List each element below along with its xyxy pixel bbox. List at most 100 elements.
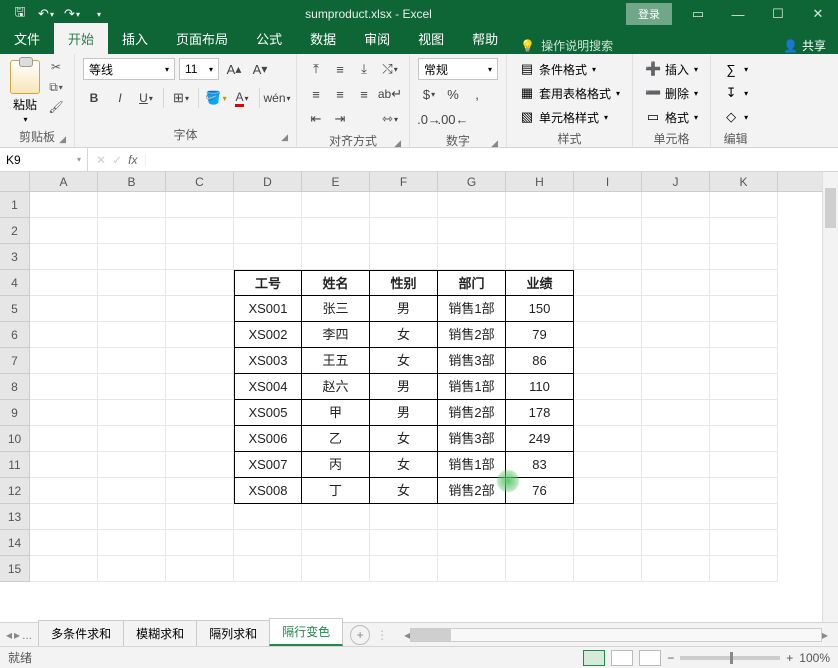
cell[interactable]: XS003: [234, 348, 302, 374]
cell[interactable]: [642, 426, 710, 452]
font-size-select[interactable]: 11▾: [179, 58, 219, 80]
sheet-tab[interactable]: 多条件求和: [38, 620, 124, 646]
cell[interactable]: [710, 374, 778, 400]
cell[interactable]: [506, 556, 574, 582]
cell[interactable]: [710, 296, 778, 322]
cell[interactable]: [574, 556, 642, 582]
format-painter-icon[interactable]: 🖌: [46, 98, 66, 116]
row-header[interactable]: 7: [0, 348, 30, 374]
cell[interactable]: [166, 478, 234, 504]
autosum-button[interactable]: ∑▾: [719, 58, 752, 80]
row-header[interactable]: 2: [0, 218, 30, 244]
view-layout-icon[interactable]: [611, 650, 633, 666]
decrease-indent-icon[interactable]: ⇤: [305, 108, 327, 130]
cell[interactable]: XS007: [234, 452, 302, 478]
cut-icon[interactable]: ✂: [46, 58, 66, 76]
cell[interactable]: 销售2部: [438, 478, 506, 504]
col-header-E[interactable]: E: [302, 172, 370, 191]
cell[interactable]: [98, 400, 166, 426]
cell[interactable]: [166, 270, 234, 296]
tab-help[interactable]: 帮助: [458, 23, 512, 54]
cell[interactable]: [438, 192, 506, 218]
cell[interactable]: [710, 244, 778, 270]
row-header[interactable]: 15: [0, 556, 30, 582]
cell[interactable]: [234, 530, 302, 556]
cell[interactable]: [166, 244, 234, 270]
cell[interactable]: 男: [370, 400, 438, 426]
tab-review[interactable]: 审阅: [350, 23, 404, 54]
zoom-out-icon[interactable]: −: [667, 651, 674, 665]
add-sheet-button[interactable]: +: [350, 625, 370, 645]
decrease-font-icon[interactable]: A▾: [249, 58, 271, 80]
fill-color-button[interactable]: 🪣▾: [205, 87, 227, 109]
cell[interactable]: [302, 504, 370, 530]
phonetic-button[interactable]: wén▾: [266, 87, 288, 109]
cell[interactable]: [98, 452, 166, 478]
cell[interactable]: [506, 192, 574, 218]
cell[interactable]: 销售1部: [438, 452, 506, 478]
sheet-nav-more[interactable]: ...: [22, 628, 32, 642]
cell[interactable]: 女: [370, 478, 438, 504]
cell[interactable]: 女: [370, 322, 438, 348]
cell[interactable]: [166, 530, 234, 556]
sheet-tab[interactable]: 隔行变色: [269, 618, 343, 646]
tab-data[interactable]: 数据: [296, 23, 350, 54]
wrap-text-icon[interactable]: ab↵: [379, 83, 401, 105]
zoom-in-icon[interactable]: +: [786, 651, 793, 665]
cell[interactable]: [642, 374, 710, 400]
maximize-icon[interactable]: ☐: [758, 0, 798, 28]
cell[interactable]: [642, 400, 710, 426]
cell[interactable]: [370, 530, 438, 556]
col-header-B[interactable]: B: [98, 172, 166, 191]
increase-indent-icon[interactable]: ⇥: [329, 108, 351, 130]
cell[interactable]: [642, 452, 710, 478]
align-bottom-icon[interactable]: ⤓: [353, 58, 375, 80]
sheet-tab[interactable]: 隔列求和: [196, 620, 270, 646]
row-header[interactable]: 9: [0, 400, 30, 426]
tab-file[interactable]: 文件: [0, 23, 54, 54]
cell[interactable]: [574, 296, 642, 322]
cell[interactable]: [574, 244, 642, 270]
cell[interactable]: XS004: [234, 374, 302, 400]
cell[interactable]: [438, 244, 506, 270]
tell-me[interactable]: 💡操作说明搜索: [520, 37, 613, 54]
view-break-icon[interactable]: [639, 650, 661, 666]
cell[interactable]: [710, 426, 778, 452]
copy-icon[interactable]: ⧉▾: [46, 78, 66, 96]
cell[interactable]: 业绩: [506, 270, 574, 296]
cell[interactable]: [506, 504, 574, 530]
cell[interactable]: [30, 192, 98, 218]
cell[interactable]: [302, 192, 370, 218]
cell[interactable]: [574, 426, 642, 452]
cell[interactable]: [30, 400, 98, 426]
cell[interactable]: 销售2部: [438, 322, 506, 348]
cell[interactable]: [642, 478, 710, 504]
cell[interactable]: 110: [506, 374, 574, 400]
cell[interactable]: 女: [370, 452, 438, 478]
cell-styles-button[interactable]: ▧单元格样式▾: [515, 106, 612, 128]
col-header-G[interactable]: G: [438, 172, 506, 191]
row-header[interactable]: 14: [0, 530, 30, 556]
cell[interactable]: [234, 504, 302, 530]
cell[interactable]: [302, 218, 370, 244]
cell[interactable]: [710, 322, 778, 348]
bold-button[interactable]: B: [83, 87, 105, 109]
cell[interactable]: [30, 452, 98, 478]
cell[interactable]: 工号: [234, 270, 302, 296]
cell[interactable]: [98, 296, 166, 322]
close-icon[interactable]: ✕: [798, 0, 838, 28]
tab-layout[interactable]: 页面布局: [162, 23, 242, 54]
cell[interactable]: 乙: [302, 426, 370, 452]
cell[interactable]: [166, 296, 234, 322]
cell[interactable]: [574, 322, 642, 348]
cell[interactable]: [574, 478, 642, 504]
col-header-C[interactable]: C: [166, 172, 234, 191]
border-button[interactable]: ⊞▾: [170, 87, 192, 109]
font-name-select[interactable]: 等线▾: [83, 58, 175, 80]
cell[interactable]: [438, 504, 506, 530]
view-normal-icon[interactable]: [583, 650, 605, 666]
cell[interactable]: [166, 192, 234, 218]
insert-cells-button[interactable]: ➕插入▾: [641, 58, 702, 80]
select-all-corner[interactable]: [0, 172, 30, 191]
cell[interactable]: [166, 374, 234, 400]
